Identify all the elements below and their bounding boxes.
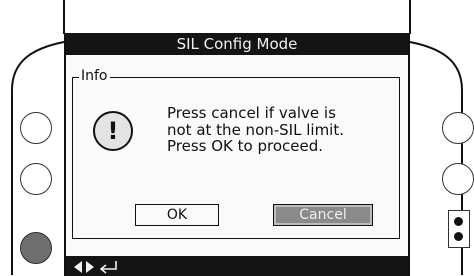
selector-dot-lower bbox=[454, 232, 463, 241]
ok-button[interactable]: OK bbox=[135, 204, 219, 226]
screen-footer-bar bbox=[66, 256, 408, 276]
info-group-box: Info ! Press cancel if valve is not at t… bbox=[72, 68, 400, 239]
side-button-4[interactable] bbox=[442, 112, 474, 144]
left-right-arrows-icon bbox=[74, 261, 94, 273]
exclamation-icon: ! bbox=[93, 111, 133, 151]
message-line-3: Press OK to proceed. bbox=[167, 137, 324, 155]
selector-dot-upper bbox=[454, 217, 463, 226]
message-line-2: not at the non-SIL limit. bbox=[167, 120, 344, 139]
lcd-screen: SIL Config Mode Info ! Press cancel if v… bbox=[64, 33, 410, 276]
enter-return-icon bbox=[99, 261, 117, 274]
two-position-selector[interactable] bbox=[448, 210, 470, 248]
screen-title: SIL Config Mode bbox=[66, 33, 408, 55]
cancel-button[interactable]: Cancel bbox=[273, 204, 373, 226]
message-line-1: Press cancel if valve is bbox=[167, 104, 336, 122]
info-label: Info bbox=[79, 68, 110, 84]
info-message: Press cancel if valve is not at the non-… bbox=[167, 105, 344, 155]
side-button-3[interactable] bbox=[20, 232, 52, 264]
side-button-1[interactable] bbox=[20, 112, 52, 144]
side-button-2[interactable] bbox=[20, 163, 52, 195]
side-button-5[interactable] bbox=[442, 163, 474, 195]
